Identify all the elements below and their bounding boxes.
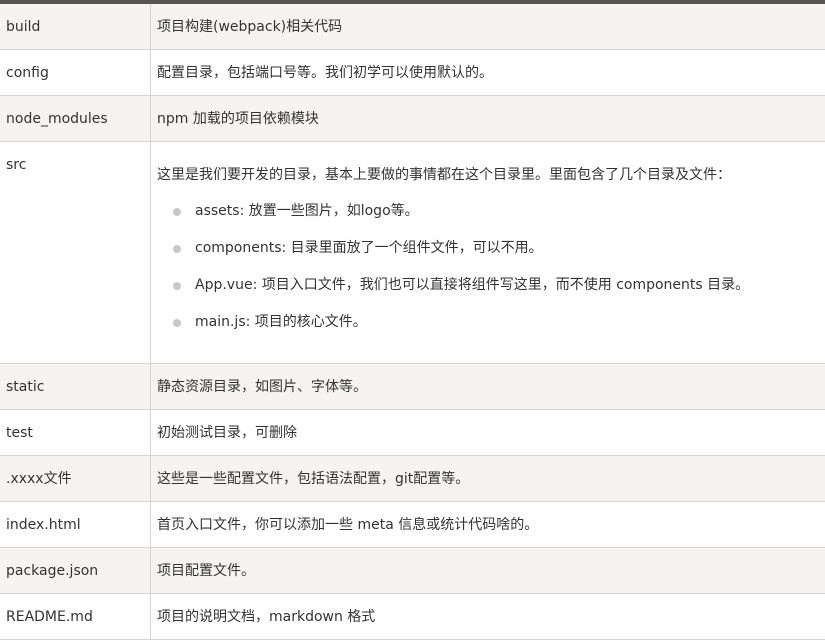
dir-name-cell: index.html bbox=[0, 502, 151, 548]
bullet-icon bbox=[173, 319, 181, 327]
dir-desc-cell: 项目的说明文档，markdown 格式 bbox=[151, 594, 825, 640]
list-item-text: App.vue: 项目入口文件，我们也可以直接将组件写这里，而不使用 compo… bbox=[195, 277, 749, 293]
list-item-text: main.js: 项目的核心文件。 bbox=[195, 314, 367, 330]
dir-desc-cell: 这里是我们要开发的目录，基本上要做的事情都在这个目录里。里面包含了几个目录及文件… bbox=[151, 142, 825, 364]
dir-name-cell: src bbox=[0, 142, 151, 364]
dir-desc-cell: npm 加载的项目依赖模块 bbox=[151, 96, 825, 142]
table-row: build 项目构建(webpack)相关代码 bbox=[0, 4, 825, 50]
bullet-icon bbox=[173, 245, 181, 253]
dir-name-cell: static bbox=[0, 364, 151, 410]
table-row: index.html 首页入口文件，你可以添加一些 meta 信息或统计代码啥的… bbox=[0, 502, 825, 548]
dir-desc-cell: 项目配置文件。 bbox=[151, 548, 825, 594]
table-row: .xxxx文件 这些是一些配置文件，包括语法配置，git配置等。 bbox=[0, 456, 825, 502]
list-item: assets: 放置一些图片，如logo等。 bbox=[157, 193, 825, 230]
dir-name-cell: package.json bbox=[0, 548, 151, 594]
dir-name-cell: config bbox=[0, 50, 151, 96]
dir-name-cell: test bbox=[0, 410, 151, 456]
dir-desc-cell: 初始测试目录，可删除 bbox=[151, 410, 825, 456]
src-contents-list: assets: 放置一些图片，如logo等。 components: 目录里面放… bbox=[157, 193, 825, 341]
table-row: package.json 项目配置文件。 bbox=[0, 548, 825, 594]
list-item: components: 目录里面放了一个组件文件，可以不用。 bbox=[157, 230, 825, 267]
table-row: README.md 项目的说明文档，markdown 格式 bbox=[0, 594, 825, 640]
table-row: config 配置目录，包括端口号等。我们初学可以使用默认的。 bbox=[0, 50, 825, 96]
dir-name-cell: .xxxx文件 bbox=[0, 456, 151, 502]
directory-structure-table: build 项目构建(webpack)相关代码 config 配置目录，包括端口… bbox=[0, 4, 825, 640]
list-item-text: components: 目录里面放了一个组件文件，可以不用。 bbox=[195, 240, 543, 256]
table-row: test 初始测试目录，可删除 bbox=[0, 410, 825, 456]
list-item-text: assets: 放置一些图片，如logo等。 bbox=[195, 203, 419, 219]
dir-desc-cell: 配置目录，包括端口号等。我们初学可以使用默认的。 bbox=[151, 50, 825, 96]
table-row: src 这里是我们要开发的目录，基本上要做的事情都在这个目录里。里面包含了几个目… bbox=[0, 142, 825, 364]
table-row: node_modules npm 加载的项目依赖模块 bbox=[0, 96, 825, 142]
list-item: App.vue: 项目入口文件，我们也可以直接将组件写这里，而不使用 compo… bbox=[157, 267, 825, 304]
dir-desc-cell: 静态资源目录，如图片、字体等。 bbox=[151, 364, 825, 410]
src-description: 这里是我们要开发的目录，基本上要做的事情都在这个目录里。里面包含了几个目录及文件… bbox=[157, 165, 825, 185]
dir-desc-cell: 这些是一些配置文件，包括语法配置，git配置等。 bbox=[151, 456, 825, 502]
dir-name-cell: node_modules bbox=[0, 96, 151, 142]
dir-name-cell: build bbox=[0, 4, 151, 50]
dir-desc-cell: 项目构建(webpack)相关代码 bbox=[151, 4, 825, 50]
bullet-icon bbox=[173, 208, 181, 216]
dir-desc-cell: 首页入口文件，你可以添加一些 meta 信息或统计代码啥的。 bbox=[151, 502, 825, 548]
table-row: static 静态资源目录，如图片、字体等。 bbox=[0, 364, 825, 410]
bullet-icon bbox=[173, 282, 181, 290]
list-item: main.js: 项目的核心文件。 bbox=[157, 304, 825, 341]
dir-name-cell: README.md bbox=[0, 594, 151, 640]
